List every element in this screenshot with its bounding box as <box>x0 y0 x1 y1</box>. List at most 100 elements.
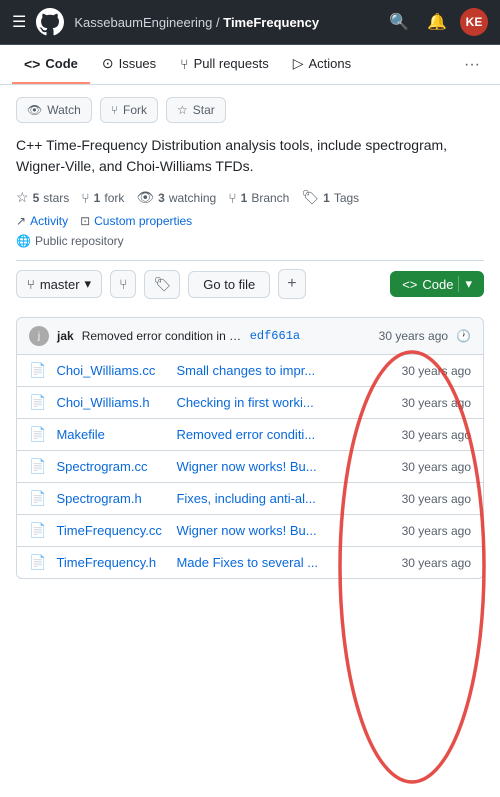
custom-props-label[interactable]: Custom properties <box>94 214 192 228</box>
file-row: 📄 Choi_Williams.cc Small changes to impr..… <box>17 355 483 387</box>
branch-stat[interactable]: ⑂ 1 Branch <box>228 190 289 206</box>
avatar[interactable]: KE <box>460 8 488 36</box>
branch-selector[interactable]: ⑂ master ▾ <box>16 270 102 298</box>
file-row: 📄Spectrogram.hFixes, including anti-al..… <box>17 483 483 515</box>
breadcrumb-repo[interactable]: TimeFrequency <box>223 15 319 30</box>
go-to-file-button[interactable]: Go to file <box>188 271 270 298</box>
code-btn-label: Code <box>422 277 453 292</box>
nav-actions[interactable]: ▷ Actions <box>281 45 363 84</box>
file-icon: 📄 <box>29 490 46 507</box>
file-commit-msg: Wigner now works! Bu... <box>176 459 391 474</box>
watch-count: 3 <box>158 191 165 205</box>
breadcrumb-user-link[interactable]: KassebaumEngineering / <box>74 15 219 30</box>
star-stat-icon: ☆ <box>16 189 29 206</box>
code-btn-arrow: ▾ <box>458 276 472 292</box>
breadcrumb: KassebaumEngineering / TimeFrequency <box>74 15 374 30</box>
commit-row: j jak Removed error condition in makefil… <box>16 317 484 354</box>
file-name[interactable]: Spectrogram.h <box>56 491 166 506</box>
watch-button[interactable]: 👁 Watch <box>16 97 92 123</box>
file-table: 📄 Choi_Williams.cc Small changes to impr..… <box>16 354 484 579</box>
branch-label: Branch <box>251 191 289 205</box>
nav-pr-label: Pull requests <box>194 56 269 71</box>
code-button[interactable]: <> Code ▾ <box>390 271 484 297</box>
repo-description: C++ Time-Frequency Distribution analysis… <box>16 135 484 177</box>
search-button[interactable]: 🔍 <box>384 8 414 36</box>
notification-button[interactable]: 🔔 <box>422 8 452 36</box>
commit-message: Removed error condition in makefile in..… <box>82 329 242 343</box>
file-icon: 📄 <box>29 426 46 443</box>
file-table-wrapper: j jak Removed error condition in makefil… <box>16 317 484 579</box>
fork-icon: ⑂ <box>111 103 118 117</box>
watch-label: Watch <box>47 103 81 117</box>
tag-toolbar-icon[interactable]: 🏷 <box>144 270 180 299</box>
globe-icon: 🌐 <box>16 234 31 248</box>
file-commit-msg: Small changes to impr... <box>176 363 391 378</box>
nav-issues-label: Issues <box>119 56 157 71</box>
commit-author-name[interactable]: jak <box>57 329 74 343</box>
file-row: 📄 Spectrogram.cc Wigner now works! Bu... 30… <box>17 451 483 483</box>
repo-main: 👁 Watch ⑂ Fork ☆ Star C++ Time-Frequency… <box>0 85 500 591</box>
nav-actions-label: Actions <box>309 56 352 71</box>
commit-hash[interactable]: edf661a <box>250 329 300 343</box>
tag-icon: 🏷 <box>301 189 319 206</box>
star-button[interactable]: ☆ Star <box>166 97 226 123</box>
fork-button[interactable]: ⑂ Fork <box>100 97 158 123</box>
branch-name: master <box>40 277 80 292</box>
file-name[interactable]: TimeFrequency.cc <box>56 523 166 538</box>
file-name[interactable]: Choi_Williams.cc <box>56 363 166 378</box>
nav-code[interactable]: <> Code <box>12 46 90 84</box>
file-time: 30 years ago <box>402 428 471 442</box>
file-row: 📄MakefileRemoved error conditi...30 year… <box>17 419 483 451</box>
activity-link[interactable]: ↗ Activity <box>16 214 68 228</box>
file-icon: 📄 <box>29 458 46 475</box>
nav-code-label: Code <box>45 56 78 71</box>
file-row: 📄TimeFrequency.hMade Fixes to several ..… <box>17 547 483 578</box>
file-name[interactable]: Spectrogram.cc <box>56 459 166 474</box>
star-icon: ☆ <box>177 103 188 117</box>
nav-more-button[interactable]: ··· <box>456 50 488 80</box>
fork-label: Fork <box>123 103 147 117</box>
chevron-down-icon: ▾ <box>85 276 92 292</box>
custom-properties-link[interactable]: ⊡ Custom properties <box>80 214 192 228</box>
file-name[interactable]: Choi_Williams.h <box>56 395 166 410</box>
activity-label[interactable]: Activity <box>30 214 68 228</box>
branch-icon: ⑂ <box>27 277 35 292</box>
stars-stat[interactable]: ☆ 5 stars <box>16 189 69 206</box>
top-navigation: ☰ KassebaumEngineering / TimeFrequency 🔍… <box>0 0 500 45</box>
hamburger-icon[interactable]: ☰ <box>12 12 26 32</box>
file-commit-msg: Wigner now works! Bu... <box>176 523 391 538</box>
stats-row: ☆ 5 stars ⑂ 1 fork 👁 3 watching ⑂ 1 Bran… <box>16 189 484 206</box>
branch-toolbar: ⑂ master ▾ ⑂ 🏷 Go to file + <> Code ▾ <box>16 260 484 307</box>
commit-author-avatar: j <box>29 326 49 346</box>
file-icon: 📄 <box>29 362 46 379</box>
properties-icon: ⊡ <box>80 214 90 228</box>
file-time: 30 years ago <box>402 460 471 474</box>
public-label: Public repository <box>35 234 124 248</box>
github-logo <box>36 8 64 36</box>
code-icon: <> <box>24 56 40 72</box>
history-icon[interactable]: 🕐 <box>456 329 471 343</box>
nav-pull-requests[interactable]: ⑂ Pull requests <box>168 46 281 84</box>
repo-navigation: <> Code ⊙ Issues ⑂ Pull requests ▷ Actio… <box>0 45 500 85</box>
nav-issues[interactable]: ⊙ Issues <box>90 45 168 84</box>
fork-stat-icon: ⑂ <box>81 190 89 206</box>
file-icon: 📄 <box>29 522 46 539</box>
file-name[interactable]: Makefile <box>56 427 166 442</box>
eye-stat-icon: 👁 <box>136 189 154 206</box>
tag-label: Tags <box>334 191 359 205</box>
pull-request-icon: ⑂ <box>180 56 188 72</box>
watching-stat[interactable]: 👁 3 watching <box>136 189 216 206</box>
issues-icon: ⊙ <box>102 55 114 72</box>
file-name[interactable]: TimeFrequency.h <box>56 555 166 570</box>
forks-stat[interactable]: ⑂ 1 fork <box>81 190 124 206</box>
fork-toolbar-icon[interactable]: ⑂ <box>110 270 136 298</box>
top-icons: 🔍 🔔 KE <box>384 8 488 36</box>
tag-stat[interactable]: 🏷 1 Tags <box>301 189 359 206</box>
branch-stat-icon: ⑂ <box>228 190 236 206</box>
file-commit-msg: Checking in first worki... <box>176 395 391 410</box>
file-time: 30 years ago <box>402 364 471 378</box>
branch-count: 1 <box>241 191 248 205</box>
file-icon: 📄 <box>29 394 46 411</box>
file-time: 30 years ago <box>402 524 471 538</box>
add-file-button[interactable]: + <box>278 269 305 299</box>
